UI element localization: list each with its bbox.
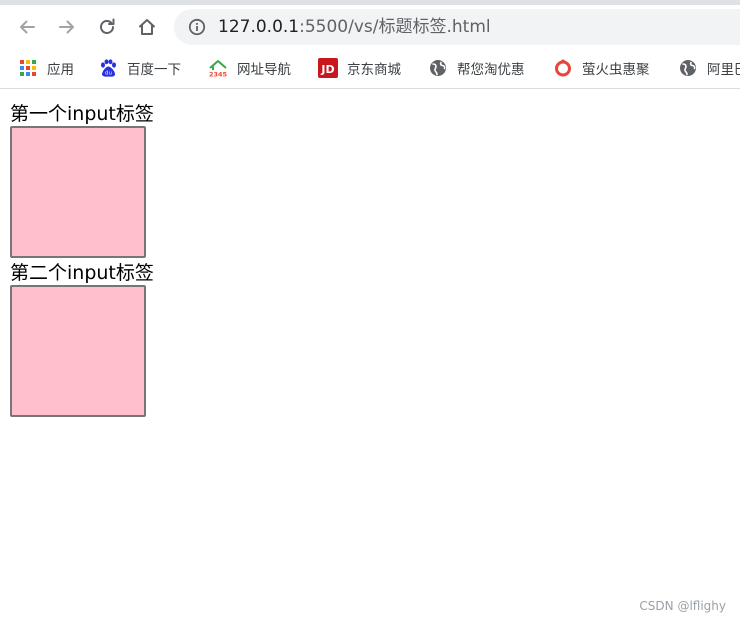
bookmark-label: 百度一下 [127,62,181,78]
bookmark-label: 萤火虫惠聚 [582,62,650,78]
reload-icon [100,18,115,34]
url-host: 127.0.0.1 [218,17,300,37]
watermark: CSDN @lflighy [639,599,726,613]
bookmark-2345[interactable]: 2345 网址导航 [208,48,291,88]
arrow-left-icon [20,20,35,34]
bookmark-taobao-deals[interactable]: 帮您淘优惠 [428,48,525,88]
bookmark-label: 网址导航 [237,62,291,78]
bookmark-label: 阿里巴 [707,62,740,78]
home-button[interactable] [132,12,162,42]
arrow-right-icon [59,20,74,34]
bookmark-label: 应用 [47,62,74,78]
page-content: 第一个input标签 第二个input标签 [0,90,740,622]
reload-button[interactable] [92,12,122,42]
ring-logo-icon [555,59,571,77]
home-icon [139,19,155,35]
second-input-label: 第二个input标签 [10,262,154,284]
bookmarks-bar: 应用 du 百度一下 2345 网址导航 JD 京东商城 帮您淘优惠 萤火虫惠聚… [0,48,740,89]
bookmark-label: 京东商城 [347,62,401,78]
bookmark-alibaba[interactable]: 阿里巴 [678,48,740,88]
bookmark-baidu[interactable]: du 百度一下 [98,48,181,88]
info-icon[interactable] [188,18,206,36]
first-input[interactable] [10,126,146,258]
first-input-label: 第一个input标签 [10,103,154,125]
url-path: :5500/vs/标题标签.html [299,17,491,37]
back-button[interactable] [12,12,42,42]
2345-house-icon: 2345 [209,60,228,79]
globe-icon [430,60,446,76]
url-text[interactable]: 127.0.0.1:5500/vs/标题标签.html [218,16,491,38]
bookmark-apps[interactable]: 应用 [18,48,74,88]
browser-toolbar: 127.0.0.1:5500/vs/标题标签.html [0,5,740,48]
bookmark-firefly[interactable]: 萤火虫惠聚 [553,48,650,88]
bookmark-jd[interactable]: JD 京东商城 [318,48,401,88]
svg-text:JD: JD [320,63,334,76]
baidu-paw-icon: du [101,59,116,77]
svg-text:du: du [105,71,112,77]
forward-button[interactable] [52,12,82,42]
globe-icon [680,60,696,76]
bookmark-label: 帮您淘优惠 [457,62,525,78]
svg-text:2345: 2345 [209,71,228,79]
address-bar[interactable]: 127.0.0.1:5500/vs/标题标签.html [174,9,740,45]
second-input[interactable] [10,285,146,417]
jd-logo-icon: JD [318,58,338,78]
apps-grid-icon [20,60,36,76]
